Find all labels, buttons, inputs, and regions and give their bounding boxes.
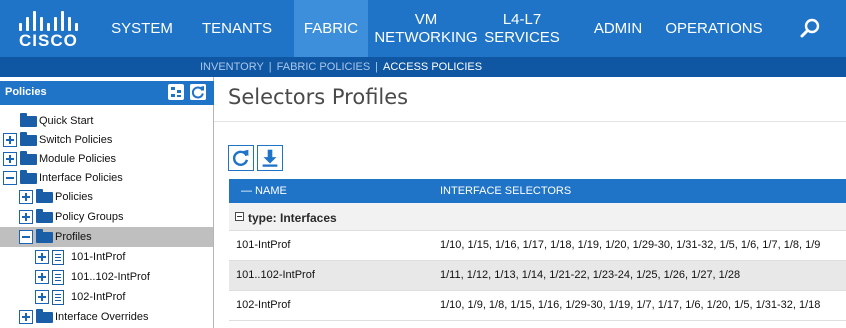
download-icon[interactable] [257,145,283,171]
table-row[interactable]: 101-IntProf 1/10, 1/15, 1/16, 1/17, 1/18… [229,231,846,261]
tree-item-label: 101..102-IntProf [71,271,150,283]
tree-item-policy-groups[interactable]: Policy Groups [0,207,213,227]
tree-item-label: 101-IntProf [71,251,126,263]
expand-plus-icon[interactable] [35,270,49,284]
cisco-logo-text: CISCO [19,31,78,50]
refresh-icon[interactable] [228,145,254,171]
search-icon[interactable] [798,17,822,41]
subnav-access-policies[interactable]: ACCESS POLICIES [383,61,482,73]
cell-interface-selectors: 1/11, 1/12, 1/13, 1/14, 1/21-22, 1/23-24… [440,269,741,281]
tree-item-label: Policies [55,191,93,203]
sub-nav-bar: INVENTORY | FABRIC POLICIES | ACCESS POL… [0,57,846,77]
document-icon [52,270,64,285]
expand-plus-icon[interactable] [35,290,49,304]
folder-icon [20,151,37,165]
expand-plus-icon[interactable] [19,310,33,324]
document-icon [52,290,64,305]
tree-item-interface-policies[interactable]: Interface Policies [0,168,213,188]
tree-item-label: Policy Groups [55,211,124,223]
subnav-fabric-policies[interactable]: FABRIC POLICIES [277,61,371,73]
nav-admin-label: ADMIN [593,19,643,37]
cell-name: 101-IntProf [236,239,291,251]
expand-plus-icon[interactable] [3,152,17,166]
subnav-inventory[interactable]: INVENTORY [200,61,264,73]
nav-tenants-label: TENANTS [201,19,272,37]
tree-item-switch-policies[interactable]: Switch Policies [0,130,213,150]
tree-item-label: Interface Policies [39,172,123,184]
expand-plus-icon[interactable] [35,250,49,264]
tree-item-label: 102-IntProf [71,291,126,303]
expand-plus-icon[interactable] [3,133,17,147]
top-nav-bar: CISCO SYSTEM TENANTS FABRIC VM NETWORKIN… [0,0,846,57]
expand-plus-icon[interactable] [19,210,33,224]
folder-icon [36,209,53,223]
tree-item-101-intprof[interactable]: 101-IntProf [0,247,213,267]
cell-name: 101..102-IntProf [236,269,315,281]
nav-l4-l7-line2: SERVICES [484,28,560,46]
tree-item-interface-overrides[interactable]: Interface Overrides [0,307,213,327]
tree-item-profiles[interactable]: Profiles [0,227,213,247]
cell-name: 102-IntProf [236,299,291,311]
folder-icon [36,309,53,323]
tree-item-101-102-intprof[interactable]: 101..102-IntProf [0,267,213,287]
nav-l4-l7-services[interactable]: L4-L7 SERVICES [484,0,560,57]
nav-vm-networking-line1: VM [414,10,438,28]
tree-item-label: Quick Start [39,115,94,127]
tree-item-label: Module Policies [39,153,117,165]
sub-nav-items: INVENTORY | FABRIC POLICIES | ACCESS POL… [200,57,482,77]
nav-admin[interactable]: ADMIN [584,0,652,57]
tree-view-icon[interactable] [168,84,184,100]
nav-vm-networking-line2: NETWORKING [374,28,478,46]
nav-l4-l7-line1: L4-L7 [502,10,542,28]
cisco-logo[interactable]: CISCO [18,9,84,50]
nav-vm-networking[interactable]: VM NETWORKING [374,0,478,57]
table-row[interactable]: 102-IntProf 1/10, 1/9, 1/8, 1/15, 1/16, … [229,291,846,321]
nav-operations-label: OPERATIONS [665,19,763,37]
subnav-separator: | [268,61,272,73]
folder-icon [36,189,53,203]
table-row[interactable]: 101..102-IntProf 1/11, 1/12, 1/13, 1/14,… [229,261,846,291]
tree-item-policies[interactable]: Policies [0,187,213,207]
tree-item-label: Interface Overrides [55,311,149,323]
page-title: Selectors Profiles [228,85,409,109]
table-header: — NAME INTERFACE SELECTORS [229,179,846,203]
cisco-logo-bars [19,9,81,31]
nav-fabric[interactable]: FABRIC [294,0,368,57]
left-panel-title: Policies [5,86,47,98]
nav-system-label: SYSTEM [111,19,173,37]
folder-icon [20,113,37,127]
expand-plus-icon[interactable] [19,190,33,204]
tree-item-102-intprof[interactable]: 102-IntProf [0,287,213,307]
group-row-type-interfaces[interactable]: type: Interfaces [229,203,846,231]
group-label: type: Interfaces [248,211,337,225]
collapse-minus-icon[interactable] [3,171,17,185]
collapse-minus-icon[interactable] [19,230,33,244]
subnav-separator: | [375,61,379,73]
left-panel-header: Policies [0,81,214,105]
tree-item-quick-start[interactable]: Quick Start [0,111,213,131]
nav-system[interactable]: SYSTEM [104,0,180,57]
nav-tenants[interactable]: TENANTS [194,0,280,57]
folder-icon [20,170,37,184]
refresh-icon[interactable] [190,84,206,100]
cell-interface-selectors: 1/10, 1/15, 1/16, 1/17, 1/18, 1/19, 1/20… [440,239,821,251]
folder-icon [20,132,37,146]
tree-item-module-policies[interactable]: Module Policies [0,149,213,169]
cell-interface-selectors: 1/10, 1/9, 1/8, 1/15, 1/16, 1/29-30, 1/1… [440,299,821,311]
document-icon [52,250,64,265]
nav-fabric-label: FABRIC [303,19,359,37]
column-header-name[interactable]: — NAME [241,185,287,197]
collapse-group-icon[interactable] [235,212,244,221]
left-navigation-panel: Policies Quick Start Switch Policies Mod… [0,77,214,328]
folder-icon [36,229,53,243]
nav-operations[interactable]: OPERATIONS [664,0,764,57]
column-header-interface-selectors[interactable]: INTERFACE SELECTORS [440,185,571,197]
title-divider [214,121,846,122]
tree-item-label: Profiles [55,231,92,243]
tree-item-label: Switch Policies [39,134,113,146]
